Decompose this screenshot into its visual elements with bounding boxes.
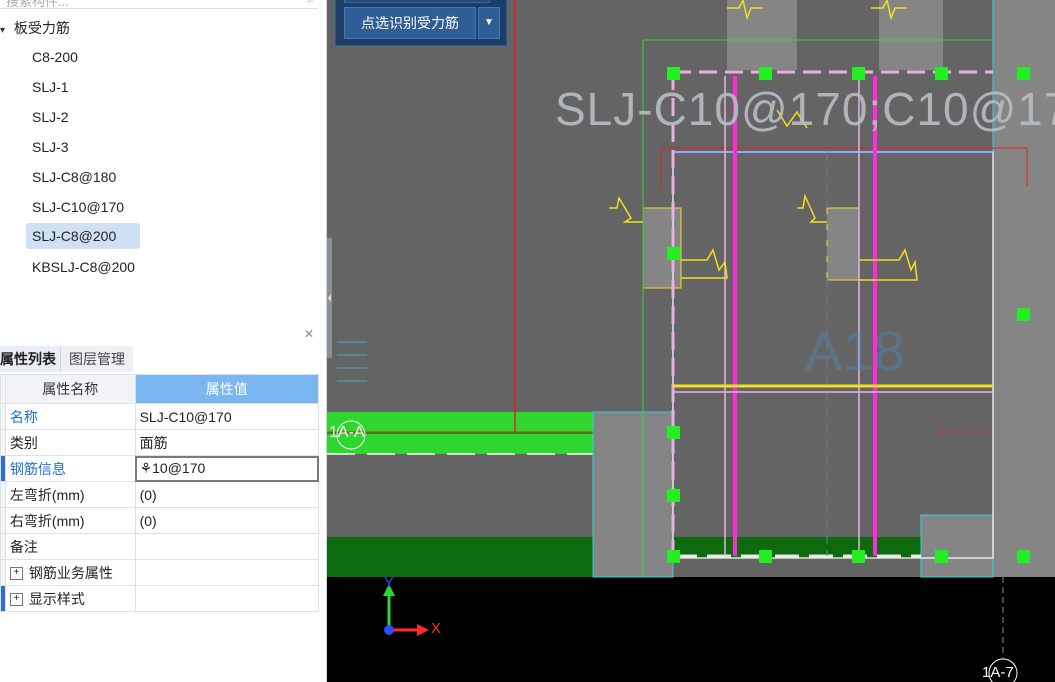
expand-plus-icon[interactable]: +	[9, 567, 23, 581]
cad-canvas[interactable]: 点选识别受力筋 ▼ SLJ-C10@170;C10@170 A18 1A-A 1…	[327, 0, 1055, 682]
property-row[interactable]: 右弯折(mm) (0)	[0, 507, 320, 534]
property-value	[134, 559, 320, 586]
tree-item[interactable]: KBSLJ-C8@200	[26, 254, 141, 280]
expand-plus-icon[interactable]: +	[9, 593, 23, 607]
property-group-label: 显示样式	[28, 590, 85, 607]
property-value[interactable]	[134, 533, 320, 560]
tree-root[interactable]: ▾ 板受力筋	[0, 18, 70, 38]
axis-label-left: 1A-A	[329, 424, 365, 441]
ucs-y-label: Y	[384, 574, 395, 591]
property-value[interactable]: (0)	[134, 481, 320, 508]
property-row[interactable]: 备注	[0, 533, 320, 560]
search-icon[interactable]: ⌕	[307, 0, 314, 7]
property-row[interactable]: 类别 面筋	[0, 429, 320, 456]
property-name: 左弯折(mm)	[4, 481, 136, 508]
tree-item[interactable]: SLJ-C10@170	[26, 194, 130, 220]
wall-foot	[920, 514, 994, 578]
grip[interactable]	[667, 426, 680, 439]
property-row[interactable]: 左弯折(mm) (0)	[0, 481, 320, 508]
property-group[interactable]: + 钢筋业务属性	[4, 559, 136, 586]
toolbar-top-button[interactable]	[344, 0, 490, 3]
property-name: 类别	[4, 429, 136, 456]
grip[interactable]	[759, 550, 772, 563]
property-name: 备注	[4, 533, 136, 560]
property-header-row: 属性名称 属性值	[0, 374, 320, 404]
tree-item-selected[interactable]: SLJ-C8@200	[26, 223, 140, 249]
column-block	[592, 411, 674, 578]
grip[interactable]	[1017, 550, 1030, 563]
grip[interactable]	[1017, 67, 1030, 80]
property-name: 右弯折(mm)	[4, 507, 136, 534]
grip[interactable]	[667, 489, 680, 502]
tree-item[interactable]: SLJ-C8@180	[26, 164, 122, 190]
grip[interactable]	[1017, 308, 1030, 321]
grip[interactable]	[935, 67, 948, 80]
tree-item[interactable]: SLJ-2	[26, 104, 75, 130]
ucs-x-label: X	[431, 620, 442, 637]
green-band-dark	[327, 537, 593, 577]
close-icon[interactable]: ✕	[304, 327, 314, 341]
panel-tabs: 属性列表 图层管理	[0, 344, 320, 372]
property-row[interactable]: 名称 SLJ-C10@170	[0, 403, 320, 430]
identify-toolbar: 点选识别受力筋 ▼	[335, 0, 507, 46]
property-row[interactable]: 钢筋信息 ⚘10@170	[0, 455, 320, 482]
tree-root-label: 板受力筋	[13, 20, 70, 36]
property-group-row[interactable]: + 钢筋业务属性	[0, 559, 320, 586]
col-header-value: 属性值	[134, 374, 320, 404]
rebar-label: SLJ-C10@170;C10@170	[555, 83, 1055, 135]
tree-item[interactable]: C8-200	[26, 44, 84, 70]
property-value[interactable]: 面筋	[134, 429, 320, 456]
grip[interactable]	[667, 67, 680, 80]
room-label: A18	[805, 319, 905, 382]
tree-item[interactable]: SLJ-1	[26, 74, 75, 100]
mid-block-right	[826, 207, 860, 281]
property-value[interactable]: SLJ-C10@170	[134, 403, 320, 430]
grip[interactable]	[935, 550, 948, 563]
search-box[interactable]: 搜索构件... ⌕	[0, 0, 318, 9]
property-name: 钢筋信息	[4, 455, 136, 482]
grip[interactable]	[852, 550, 865, 563]
collapse-arrow-icon[interactable]: ▾	[0, 21, 10, 41]
property-group-row[interactable]: + 显示样式	[0, 585, 320, 612]
left-panel: 搜索构件... ⌕ ▾ 板受力筋 C8-200 SLJ-1 SLJ-2 SLJ-…	[0, 0, 327, 682]
property-value-editing[interactable]: ⚘10@170	[134, 455, 320, 482]
property-name: 名称	[4, 403, 136, 430]
tab-layers[interactable]: 图层管理	[60, 346, 133, 372]
grip[interactable]	[852, 67, 865, 80]
property-table: 属性名称 属性值 名称 SLJ-C10@170 类别 面筋 钢筋信息 ⚘10@1…	[0, 374, 320, 612]
property-group[interactable]: + 显示样式	[4, 585, 136, 612]
tab-properties[interactable]: 属性列表	[0, 346, 64, 372]
col-header-name: 属性名称	[4, 374, 136, 404]
grip[interactable]	[667, 247, 680, 260]
top-block-left	[727, 0, 797, 70]
ucs-origin	[384, 625, 394, 635]
tree-item[interactable]: SLJ-3	[26, 134, 75, 160]
identify-rebar-button[interactable]: 点选识别受力筋	[344, 7, 476, 39]
grip[interactable]	[667, 550, 680, 563]
property-value[interactable]: (0)	[134, 507, 320, 534]
axis-label-bottom: 1A-7	[982, 664, 1014, 681]
property-group-label: 钢筋业务属性	[28, 564, 113, 581]
property-value	[134, 585, 320, 612]
grip[interactable]	[759, 67, 772, 80]
search-placeholder: 搜索构件...	[6, 0, 69, 9]
panel-header: ✕	[0, 324, 320, 344]
chevron-down-icon[interactable]: ▼	[478, 7, 500, 39]
